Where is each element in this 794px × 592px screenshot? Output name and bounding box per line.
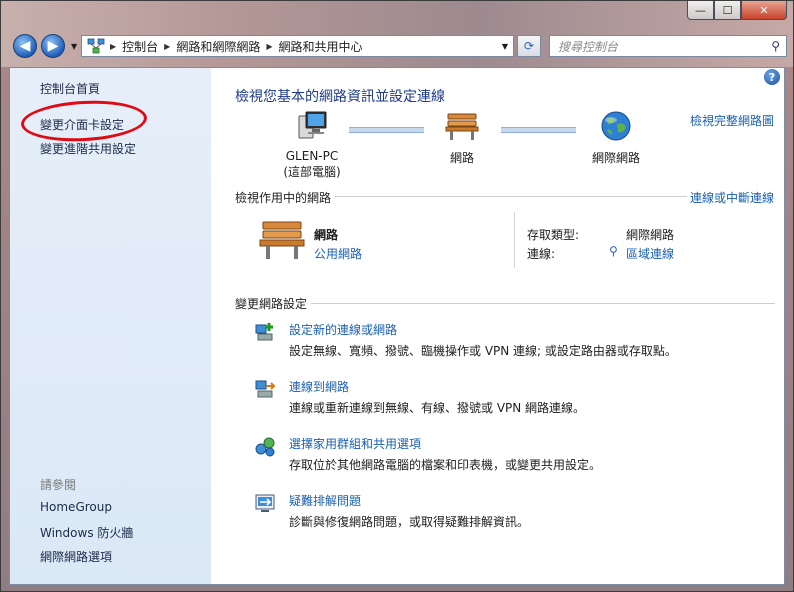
breadcrumb-separator-icon[interactable]: ▶: [266, 42, 272, 51]
computer-name: GLEN-PC: [285, 149, 339, 163]
bench-icon: [259, 221, 305, 259]
back-button[interactable]: ◀: [13, 34, 37, 58]
sidebar-item-windows-firewall[interactable]: Windows 防火牆: [40, 524, 133, 541]
caption-buttons: — ☐ ✕: [687, 1, 787, 20]
bench-icon: [445, 113, 479, 140]
map-node-internet[interactable]: 網際網路: [583, 110, 649, 166]
forward-button[interactable]: ▶: [41, 34, 65, 58]
address-dropdown-icon[interactable]: ▼: [502, 42, 508, 51]
sidebar: 控制台首頁 變更介面卡設定 變更進階共用設定 請參閱 HomeGroup Win…: [10, 68, 211, 584]
connection-line: [501, 127, 576, 133]
sidebar-item-internet-options[interactable]: 網際網路選項: [40, 548, 112, 565]
task-setup-new-connection[interactable]: 設定新的連線或網路: [289, 321, 397, 338]
network-center-icon: [87, 38, 105, 54]
page-title: 檢視您基本的網路資訊並設定連線: [235, 89, 445, 105]
connect-disconnect-link[interactable]: 連線或中斷連線: [690, 189, 774, 206]
sidebar-item-control-panel-home[interactable]: 控制台首頁: [40, 80, 100, 97]
computer-subtitle: (這部電腦): [283, 165, 341, 179]
access-type-value: 網際網路: [626, 228, 675, 242]
breadcrumb-network-internet[interactable]: 網路和網際網路: [176, 38, 260, 55]
troubleshoot-icon: [255, 494, 275, 512]
breadcrumb-control-panel[interactable]: 控制台: [122, 38, 158, 55]
internet-name: 網際網路: [591, 151, 640, 165]
task-troubleshoot[interactable]: 疑難排解問題: [289, 492, 361, 509]
recent-pages-dropdown-icon[interactable]: ▼: [71, 42, 77, 51]
computer-icon: [298, 111, 327, 139]
navigation-bar: ◀ ▶ ▼ ▶ 控制台 ▶ 網路和網際網路 ▶ 網路和共用中心 ▼ ⟳ 搜尋控制…: [9, 34, 787, 60]
divider: [335, 196, 687, 197]
sidebar-item-change-advanced-sharing[interactable]: 變更進階共用設定: [40, 140, 136, 157]
sidebar-item-homegroup[interactable]: HomeGroup: [40, 500, 112, 514]
task-connect-to-network-desc: 連線或重新連線到無線、有線、撥號或 VPN 網路連線。: [289, 401, 586, 415]
see-also-heading: 請參閱: [40, 478, 77, 492]
content-area: 控制台首頁 變更介面卡設定 變更進階共用設定 請參閱 HomeGroup Win…: [9, 67, 785, 585]
highlight-annotation: [20, 97, 148, 145]
network-type-link[interactable]: 公用網路: [314, 245, 362, 262]
task-connect-to-network[interactable]: 連線到網路: [289, 378, 349, 395]
new-connection-icon: [255, 323, 273, 341]
map-node-network[interactable]: 網路: [437, 110, 487, 166]
view-full-map-link[interactable]: 檢視完整網路圖: [690, 112, 774, 129]
refresh-button[interactable]: ⟳: [517, 35, 541, 57]
active-network-name: 網路: [314, 228, 339, 242]
search-input[interactable]: 搜尋控制台: [558, 38, 618, 55]
access-type-label: 存取類型:: [527, 228, 580, 242]
address-bar[interactable]: ▶ 控制台 ▶ 網路和網際網路 ▶ 網路和共用中心 ▼: [81, 35, 514, 57]
maximize-button[interactable]: ☐: [714, 1, 741, 20]
main-panel: ? 檢視您基本的網路資訊並設定連線 檢視完整網路圖 GLEN-PC (這部電腦): [211, 68, 784, 584]
globe-icon: [601, 111, 631, 141]
close-button[interactable]: ✕: [741, 1, 787, 20]
task-setup-new-connection-desc: 設定無線、寬頻、撥號、臨機操作或 VPN 連線; 或設定路由器或存取點。: [289, 344, 677, 358]
change-settings-heading: 變更網路設定: [235, 297, 308, 311]
connect-network-icon: [255, 380, 276, 398]
breadcrumb-network-sharing-center[interactable]: 網路和共用中心: [279, 38, 363, 55]
divider: [311, 303, 775, 304]
window: — ☐ ✕ ◀ ▶ ▼ ▶ 控制台 ▶ 網路和網際網路 ▶ 網路和共用中心 ▼: [0, 0, 794, 592]
divider: [514, 212, 515, 268]
task-homegroup-sharing-desc: 存取位於其他網路電腦的檔案和印表機，或變更共用設定。: [289, 458, 602, 472]
map-node-computer[interactable]: GLEN-PC (這部電腦): [277, 110, 347, 180]
search-icon[interactable]: ⚲: [771, 39, 780, 53]
breadcrumb-separator-icon[interactable]: ▶: [110, 42, 116, 51]
connection-line: [349, 127, 424, 133]
minimize-button[interactable]: —: [687, 1, 714, 20]
breadcrumb-separator-icon[interactable]: ▶: [164, 42, 170, 51]
connections-label: 連線:: [527, 247, 556, 261]
refresh-icon: ⟳: [523, 39, 535, 53]
local-area-connection-link[interactable]: 區域連線: [626, 245, 674, 262]
search-box[interactable]: 搜尋控制台 ⚲: [549, 35, 787, 57]
active-networks-heading: 檢視作用中的網路: [235, 191, 332, 205]
task-troubleshoot-desc: 診斷與修復網路問題，或取得疑難排解資訊。: [289, 515, 530, 529]
help-icon[interactable]: ?: [764, 69, 780, 85]
task-homegroup-sharing[interactable]: 選擇家用群組和共用選項: [289, 435, 421, 452]
ethernet-icon: ⚲: [609, 244, 618, 258]
network-name: 網路: [449, 151, 474, 165]
homegroup-icon: [255, 437, 275, 457]
